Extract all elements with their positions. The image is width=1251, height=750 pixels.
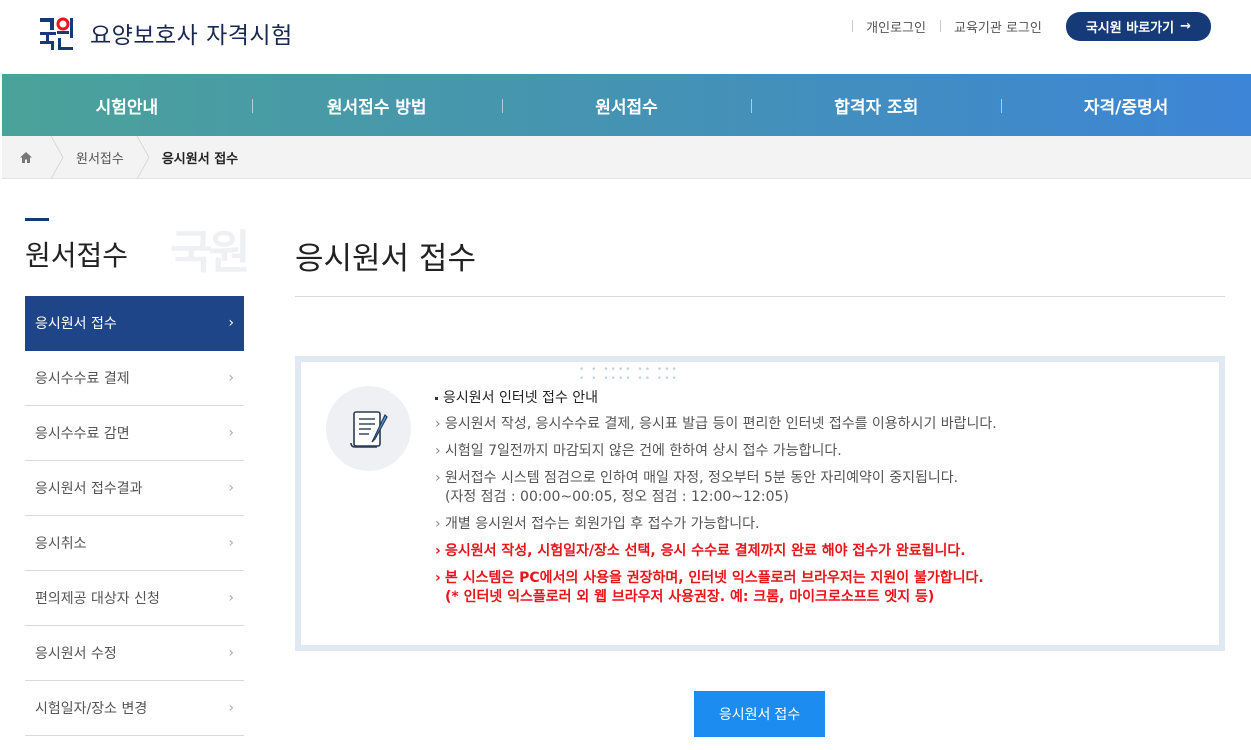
info-warning-text: 본 시스템은 PC에서의 사용을 권장하며, 인터넷 익스플로러 브라우저는 지… (445, 570, 984, 586)
side-menu-item-fee-payment[interactable]: 응시수수료 결제 › (25, 351, 244, 406)
info-warning-text: 응시원서 작성, 시험일자/장소 선택, 응시 수수료 결제까지 완료 해야 접… (445, 543, 966, 559)
info-line-text: 응시원서 작성, 응시수수료 결제, 응시표 발급 등이 편리한 인터넷 접수를… (445, 416, 997, 432)
chevron-right-icon: › (228, 700, 234, 716)
site-logo[interactable]: 요양보호사 자격시험 (38, 14, 293, 52)
info-line: › 원서접수 시스템 점검으로 인하여 매일 자정, 정오부터 5분 동안 자리예… (435, 469, 1195, 507)
nav-application[interactable]: 원서접수 (501, 74, 752, 136)
info-body: 응시원서 인터넷 접수 안내 › 응시원서 작성, 응시수수료 결제, 응시표 발… (435, 387, 1195, 615)
kuksiwon-shortcut-button[interactable]: 국시원 바로가기 → (1065, 12, 1211, 41)
nav-application-method[interactable]: 원서접수 방법 (251, 74, 502, 136)
side-menu-label: 응시원서 접수결과 (35, 481, 143, 497)
info-heading: 응시원서 인터넷 접수 안내 (435, 387, 1195, 407)
nav-certificate[interactable]: 자격/증명서 (1001, 74, 1251, 136)
side-menu-label: 응시원서 접수 (35, 316, 117, 332)
side-menu-label: 응시수수료 결제 (35, 371, 130, 387)
info-warning-line: › 응시원서 작성, 시험일자/장소 선택, 응시 수수료 결제까지 완료 해야 … (435, 542, 1195, 561)
chevron-right-icon: › (228, 535, 234, 551)
chevron-right-icon: › (228, 315, 234, 331)
breadcrumb-item-current: 응시원서 접수 (161, 151, 239, 167)
side-menu-item-apply-result[interactable]: 응시원서 접수결과 › (25, 461, 244, 516)
info-line: › 응시원서 작성, 응시수수료 결제, 응시표 발급 등이 편리한 인터넷 접수… (435, 415, 1195, 434)
info-line-text: 원서접수 시스템 점검으로 인하여 매일 자정, 정오부터 5분 동안 자리예약… (445, 470, 959, 486)
info-line-subtext: (자정 점검 : 00:00~00:05, 정오 점검 : 12:00~12:0… (445, 489, 789, 505)
document-pen-icon (326, 386, 411, 471)
chevron-right-icon: › (228, 480, 234, 496)
lnb-watermark: 국원 (170, 225, 251, 279)
lnb-accent-bar (25, 218, 49, 221)
decorative-dots: • • •••• •• ••• • • •••• •• ••• (579, 365, 679, 384)
side-menu-label: 시험일자/장소 변경 (35, 701, 148, 717)
chevron-right-icon: › (228, 370, 234, 386)
chevron-right-icon: › (435, 570, 441, 586)
apply-button[interactable]: 응시원서 접수 (694, 691, 825, 737)
side-menu-item-edit[interactable]: 응시원서 수정 › (25, 626, 244, 681)
personal-login-link[interactable]: 개인로그인 (852, 17, 940, 36)
top-links: 개인로그인 교육기관 로그인 국시원 바로가기 → (852, 12, 1211, 41)
side-menu-item-fee-reduction[interactable]: 응시수수료 감면 › (25, 406, 244, 461)
arrow-right-icon: → (1180, 19, 1191, 34)
chevron-right-icon: › (435, 543, 441, 559)
breadcrumb-separator-icon (136, 135, 150, 179)
nav-pass-lookup[interactable]: 합격자 조회 (751, 74, 1001, 136)
info-line-text: 개별 응시원서 접수는 회원가입 후 접수가 가능합니다. (445, 516, 760, 532)
info-line: › 시험일 7일전까지 마감되지 않은 건에 한하여 상시 접수 가능합니다. (435, 442, 1195, 461)
info-line: › 개별 응시원서 접수는 회원가입 후 접수가 가능합니다. (435, 515, 1195, 534)
chevron-right-icon: › (228, 425, 234, 441)
chevron-right-icon: › (435, 443, 441, 459)
info-warning-line: › 본 시스템은 PC에서의 사용을 권장하며, 인터넷 익스플로러 브라우저는 … (435, 569, 1195, 607)
chevron-right-icon: › (435, 516, 441, 532)
page-title: 응시원서 접수 (295, 241, 476, 277)
info-box: • • •••• •• ••• • • •••• •• ••• 응시원서 인터넷 … (295, 356, 1225, 651)
breadcrumb-separator-icon (50, 135, 64, 179)
chevron-right-icon: › (228, 645, 234, 661)
side-menu-item-change-date[interactable]: 시험일자/장소 변경 › (25, 681, 244, 736)
info-heading-text: 응시원서 인터넷 접수 안내 (443, 390, 599, 406)
side-menu-label: 응시수수료 감면 (35, 426, 130, 442)
side-menu-item-apply[interactable]: 응시원서 접수 › (25, 296, 244, 351)
side-menu-label: 응시취소 (35, 536, 87, 552)
chevron-right-icon: › (228, 590, 234, 606)
site-header: 요양보호사 자격시험 개인로그인 교육기관 로그인 국시원 바로가기 → (0, 0, 1251, 74)
logo-icon (38, 14, 76, 52)
institution-login-link[interactable]: 교육기관 로그인 (939, 17, 1056, 36)
side-menu-item-accommodation[interactable]: 편의제공 대상자 신청 › (25, 571, 244, 626)
chevron-right-icon: › (435, 416, 441, 432)
nav-exam-info[interactable]: 시험안내 (2, 74, 252, 136)
title-divider (295, 296, 1225, 297)
info-line-text: 시험일 7일전까지 마감되지 않은 건에 한하여 상시 접수 가능합니다. (445, 443, 842, 459)
info-warning-subtext: (* 인터넷 익스플로러 외 웹 브라우저 사용권장. 예: 크롬, 마이크로소… (445, 589, 935, 605)
bullet-icon (435, 396, 438, 400)
breadcrumb: 원서접수 응시원서 접수 (2, 135, 1251, 179)
kuksiwon-shortcut-label: 국시원 바로가기 (1085, 21, 1175, 36)
site-title: 요양보호사 자격시험 (90, 23, 293, 49)
side-menu-item-cancel[interactable]: 응시취소 › (25, 516, 244, 571)
chevron-right-icon: › (435, 470, 441, 486)
side-menu-label: 응시원서 수정 (35, 646, 117, 662)
side-menu: 응시원서 접수 › 응시수수료 결제 › 응시수수료 감면 › 응시원서 접수결… (25, 296, 244, 736)
lnb-title: 원서접수 (25, 239, 129, 272)
home-icon[interactable] (2, 136, 50, 179)
side-menu-label: 편의제공 대상자 신청 (35, 591, 160, 607)
breadcrumb-item-application[interactable]: 원서접수 (64, 148, 136, 167)
main-nav: 시험안내 원서접수 방법 원서접수 합격자 조회 자격/증명서 (2, 74, 1251, 136)
